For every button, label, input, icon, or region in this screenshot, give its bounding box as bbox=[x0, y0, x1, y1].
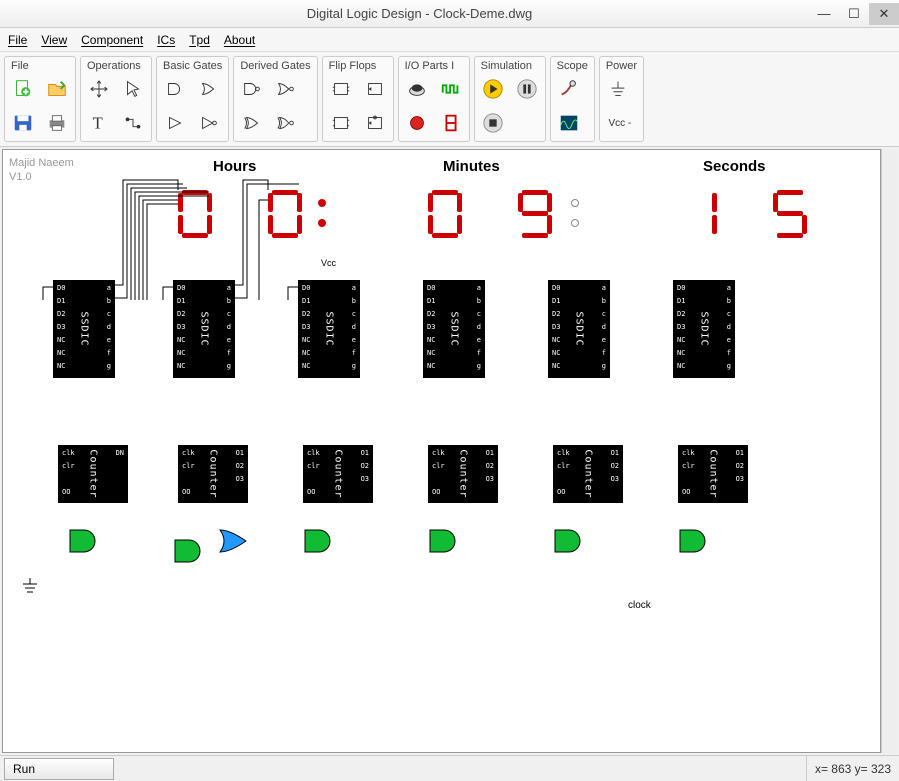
clock-signal-icon[interactable] bbox=[437, 75, 465, 103]
and-gate-1[interactable] bbox=[68, 528, 102, 554]
vertical-scrollbar[interactable] bbox=[881, 149, 897, 753]
chip-counter-2[interactable]: CounterclkclrO1O2O3OO bbox=[178, 445, 248, 503]
chip-ssdic-4[interactable]: SSDICD0D1D2D3NCNCNCabcdefg bbox=[423, 280, 485, 378]
group-flip-flops: Flip Flops bbox=[322, 56, 394, 142]
close-button[interactable]: ✕ bbox=[869, 3, 899, 25]
or-gate[interactable] bbox=[218, 528, 256, 554]
flipflop4-icon[interactable] bbox=[361, 109, 389, 137]
and-gate-icon[interactable] bbox=[161, 75, 189, 103]
chip-ssdic-5[interactable]: SSDICD0D1D2D3NCNCNCabcdefg bbox=[548, 280, 610, 378]
colon-hm bbox=[318, 195, 328, 235]
toolbar: File Operations T Basic Gates bbox=[0, 52, 899, 147]
open-file-icon[interactable] bbox=[43, 75, 71, 103]
seg7-h2 bbox=[268, 190, 302, 238]
move-icon[interactable] bbox=[85, 75, 113, 103]
chip-counter-4[interactable]: CounterclkclrO1O2O3OO bbox=[428, 445, 498, 503]
and-gate-3[interactable] bbox=[303, 528, 337, 554]
pointer-icon[interactable] bbox=[119, 75, 147, 103]
window-title: Digital Logic Design - Clock-Deme.dwg bbox=[30, 6, 809, 21]
and-gate-6[interactable] bbox=[678, 528, 712, 554]
chip-ssdic-6[interactable]: SSDICD0D1D2D3NCNCNCabcdefg bbox=[673, 280, 735, 378]
not-gate-icon[interactable] bbox=[195, 109, 223, 137]
svg-text:T: T bbox=[93, 114, 103, 133]
group-simulation: Simulation bbox=[474, 56, 546, 142]
chip-ssdic-1[interactable]: SSDICD0D1D2D3NCNCNCabcdefg bbox=[53, 280, 115, 378]
menu-view[interactable]: View bbox=[41, 33, 67, 47]
chip-counter-6[interactable]: CounterclkclrO1O2O3OO bbox=[678, 445, 748, 503]
menu-file[interactable]: File bbox=[8, 33, 27, 47]
scope-icon[interactable] bbox=[555, 109, 583, 137]
or-gate-icon[interactable] bbox=[195, 75, 223, 103]
new-file-icon[interactable] bbox=[9, 75, 37, 103]
text-icon[interactable]: T bbox=[85, 109, 113, 137]
maximize-button[interactable]: ☐ bbox=[839, 3, 869, 25]
and-gate-2[interactable] bbox=[173, 538, 207, 564]
group-operations: Operations T bbox=[80, 56, 152, 142]
chip-counter-1[interactable]: CounterclkclrDNOO bbox=[58, 445, 128, 503]
buffer-icon[interactable] bbox=[161, 109, 189, 137]
canvas-wrap: Majid NaeemV1.0 Hours Minutes Seconds Vc… bbox=[0, 147, 899, 755]
menu-component[interactable]: Component bbox=[81, 33, 143, 47]
wire-icon[interactable] bbox=[119, 109, 147, 137]
seg7-m1 bbox=[428, 190, 462, 238]
menu-tpd[interactable]: Tpd bbox=[189, 33, 210, 47]
group-io-parts: I/O Parts I bbox=[398, 56, 470, 142]
seg7-h1 bbox=[178, 190, 212, 238]
clock-label: clock bbox=[628, 600, 651, 611]
led-icon[interactable] bbox=[403, 109, 431, 137]
flipflop3-icon[interactable] bbox=[327, 109, 355, 137]
seg7-s1 bbox=[683, 190, 717, 238]
minimize-button[interactable]: — bbox=[809, 3, 839, 25]
cursor-coords: x= 863 y= 323 bbox=[806, 756, 899, 781]
run-button[interactable]: Run bbox=[4, 758, 114, 780]
group-scope: Scope bbox=[550, 56, 595, 142]
seconds-label: Seconds bbox=[703, 158, 766, 175]
and-gate-5[interactable] bbox=[553, 528, 587, 554]
hours-label: Hours bbox=[213, 158, 256, 175]
chip-counter-3[interactable]: CounterclkclrO1O2O3OO bbox=[303, 445, 373, 503]
stop-icon[interactable] bbox=[479, 109, 507, 137]
chip-counter-5[interactable]: CounterclkclrO1O2O3OO bbox=[553, 445, 623, 503]
group-file: File bbox=[4, 56, 76, 142]
nand-gate-icon[interactable] bbox=[238, 75, 266, 103]
ground-symbol bbox=[21, 578, 39, 599]
save-icon[interactable] bbox=[9, 109, 37, 137]
menu-about[interactable]: About bbox=[224, 33, 255, 47]
flipflop1-icon[interactable] bbox=[327, 75, 355, 103]
chip-ssdic-2[interactable]: SSDICD0D1D2D3NCNCNCabcdefg bbox=[173, 280, 235, 378]
vcc-icon[interactable]: Vcc - bbox=[604, 109, 636, 137]
seg7-s2 bbox=[773, 190, 807, 238]
flipflop2-icon[interactable] bbox=[361, 75, 389, 103]
seven-seg-icon[interactable] bbox=[437, 109, 465, 137]
author-label: Majid NaeemV1.0 bbox=[9, 156, 74, 185]
button-input-icon[interactable] bbox=[403, 75, 431, 103]
statusbar: Run x= 863 y= 323 bbox=[0, 755, 899, 781]
group-derived-gates: Derived Gates bbox=[233, 56, 317, 142]
seg7-m2 bbox=[518, 190, 552, 238]
nor-gate-icon[interactable] bbox=[272, 75, 300, 103]
xor-gate-icon[interactable] bbox=[238, 109, 266, 137]
pause-icon[interactable] bbox=[513, 75, 541, 103]
group-basic-gates: Basic Gates bbox=[156, 56, 229, 142]
print-icon[interactable] bbox=[43, 109, 71, 137]
ground-icon[interactable] bbox=[604, 75, 632, 103]
probe-icon[interactable] bbox=[555, 75, 583, 103]
group-power: Power Vcc - bbox=[599, 56, 644, 142]
canvas[interactable]: Majid NaeemV1.0 Hours Minutes Seconds Vc… bbox=[2, 149, 881, 753]
vcc-text: Vcc bbox=[321, 258, 336, 268]
xnor-gate-icon[interactable] bbox=[272, 109, 300, 137]
play-icon[interactable] bbox=[479, 75, 507, 103]
menubar: File View Component ICs Tpd About bbox=[0, 28, 899, 52]
and-gate-4[interactable] bbox=[428, 528, 462, 554]
menu-ics[interactable]: ICs bbox=[157, 33, 175, 47]
minutes-label: Minutes bbox=[443, 158, 500, 175]
titlebar: Digital Logic Design - Clock-Deme.dwg — … bbox=[0, 0, 899, 28]
chip-ssdic-3[interactable]: SSDICD0D1D2D3NCNCNCabcdefg bbox=[298, 280, 360, 378]
colon-ms bbox=[571, 195, 581, 235]
